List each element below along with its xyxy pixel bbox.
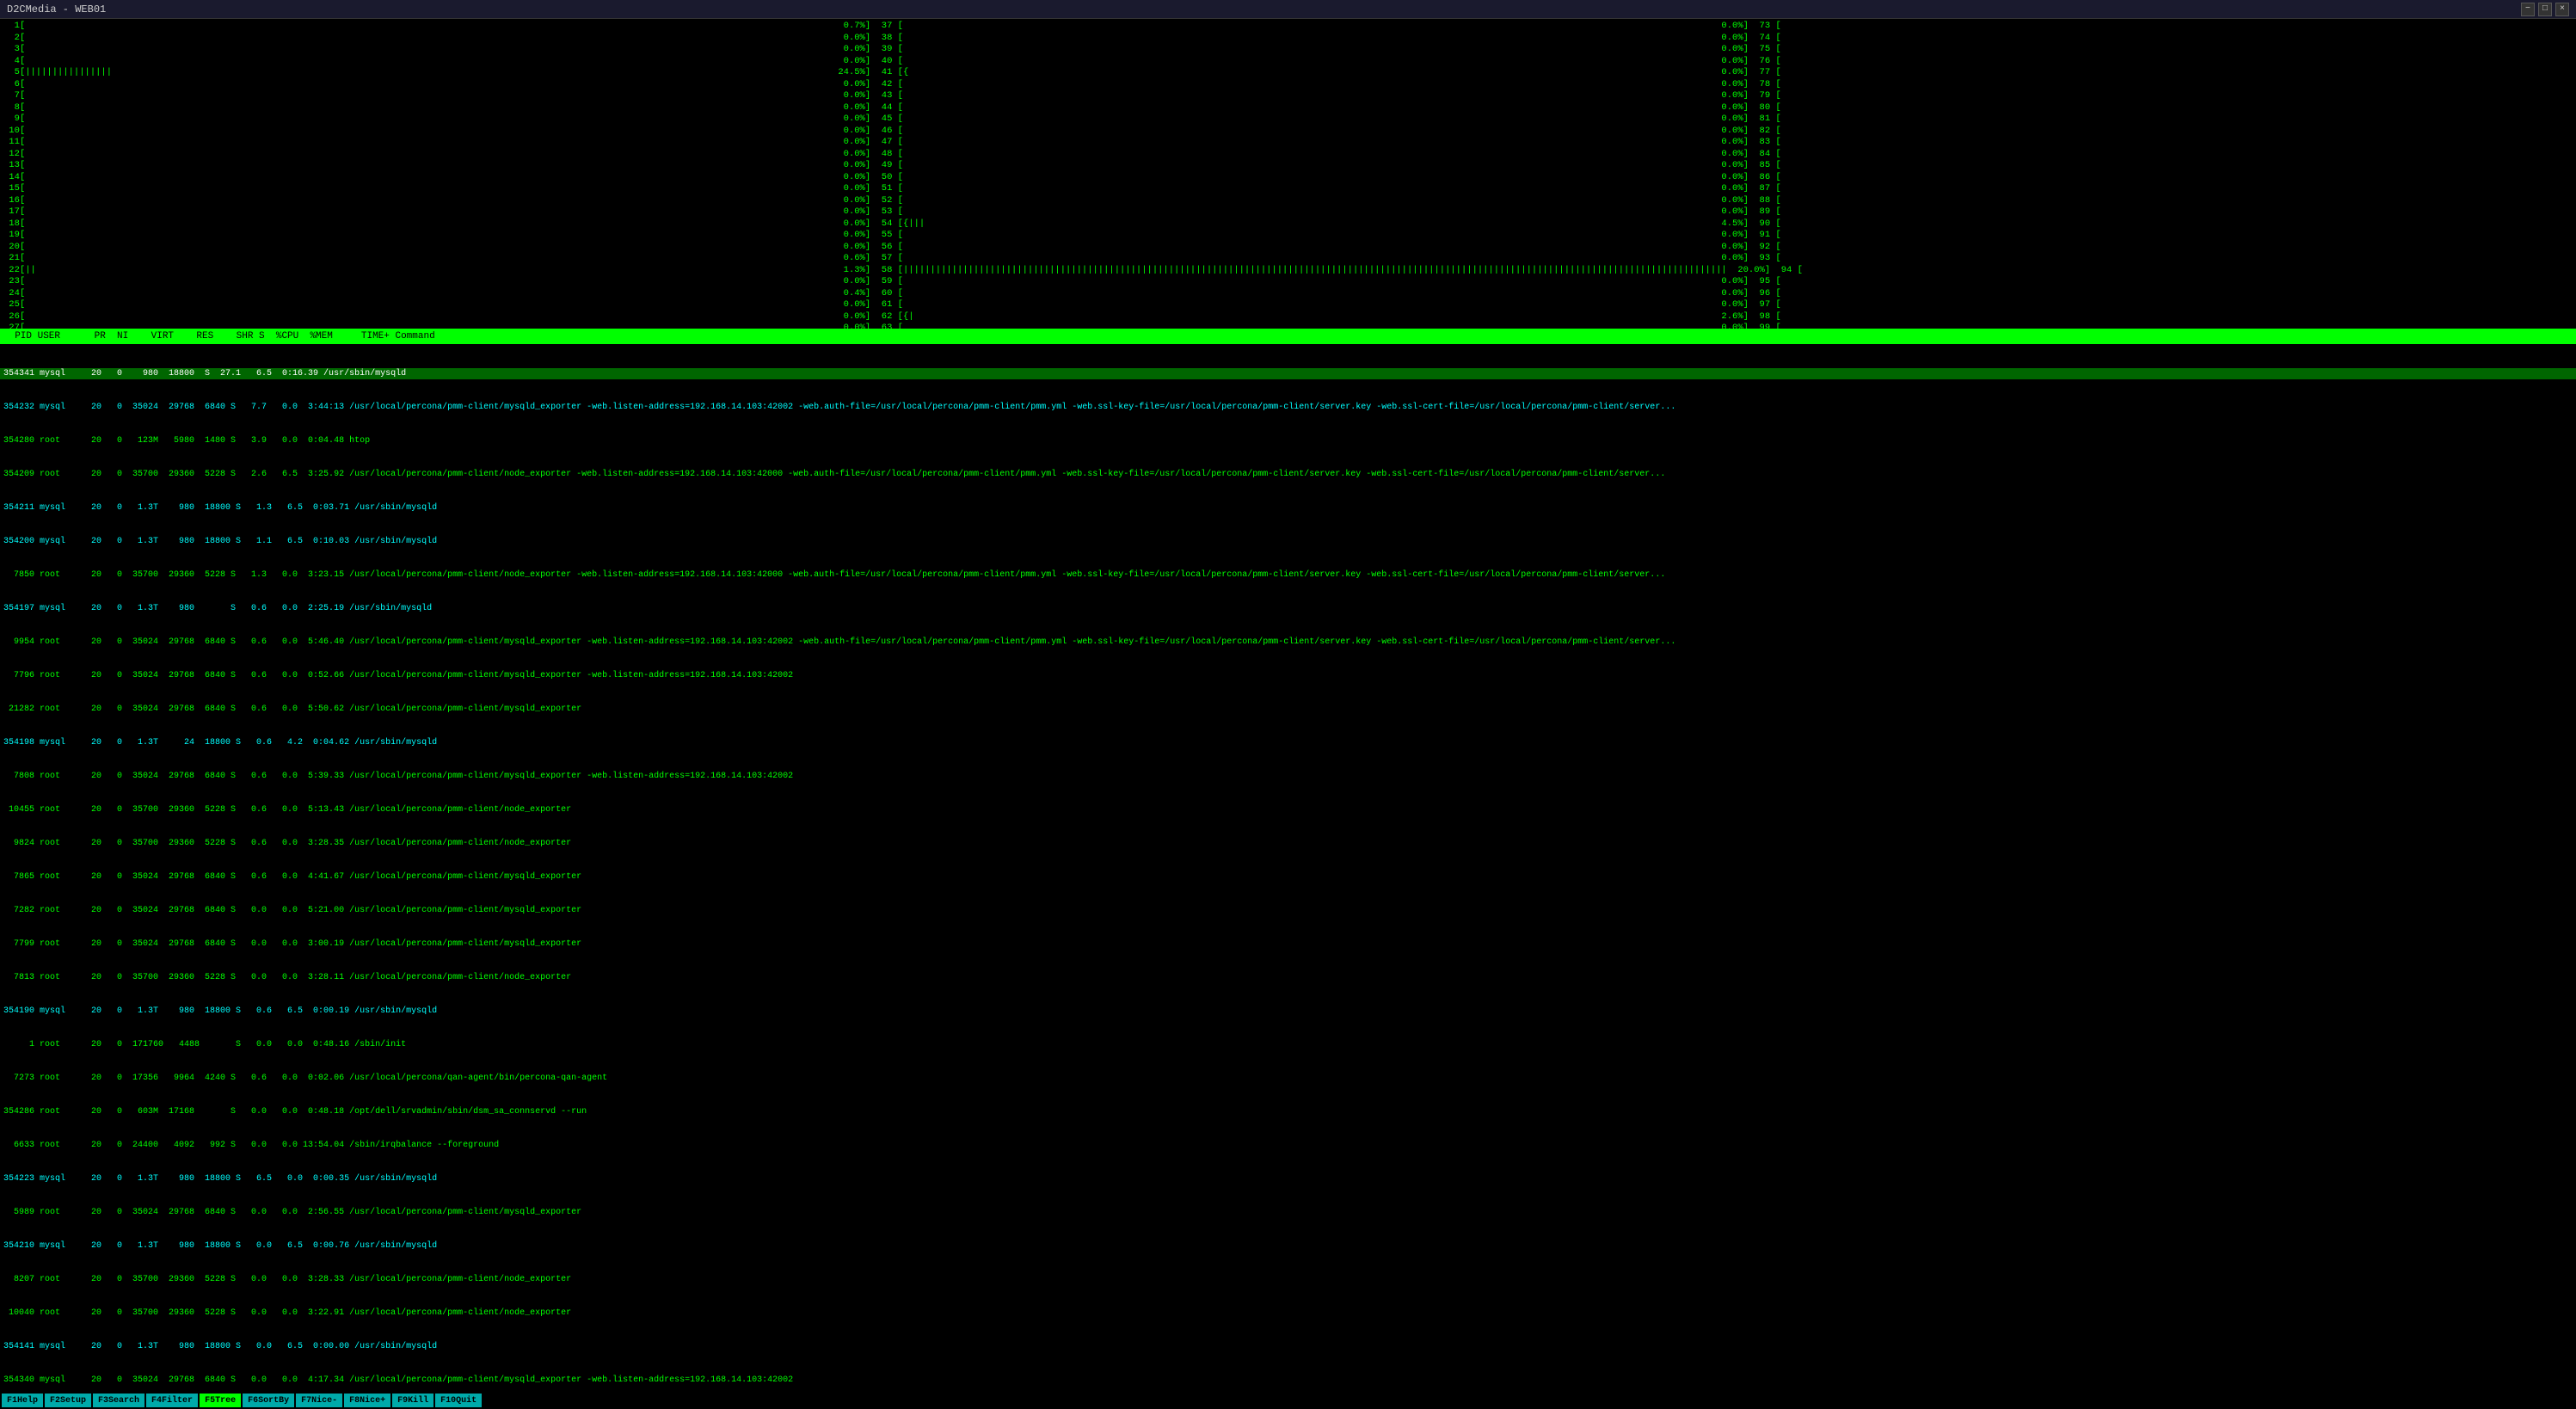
f4-filter-button[interactable]: F4Filter	[146, 1394, 198, 1407]
cpu-section: 1[ 0.7%] 37 [	[0, 19, 2576, 329]
header-text: PID USER PR NI VIRT RES SHR S %CPU %MEM …	[3, 330, 435, 342]
table-row[interactable]: 9954 root 20 0 35024 29768 6840 S 0.6 0.…	[0, 637, 2576, 648]
table-row[interactable]: 354209 root 20 0 35700 29360 5228 S 2.6 …	[0, 469, 2576, 480]
cpu-display: 1[ 0.7%] 37 [	[3, 21, 2576, 329]
minimize-button[interactable]: −	[2521, 3, 2535, 16]
f6-sortby-button[interactable]: F6SortBy	[243, 1394, 294, 1407]
title-bar-controls[interactable]: − □ ×	[2521, 3, 2569, 16]
table-row[interactable]: 7865 root 20 0 35024 29768 6840 S 0.6 0.…	[0, 871, 2576, 883]
table-row[interactable]: 8207 root 20 0 35700 29360 5228 S 0.0 0.…	[0, 1274, 2576, 1285]
close-button[interactable]: ×	[2555, 3, 2569, 16]
table-row[interactable]: 7796 root 20 0 35024 29768 6840 S 0.6 0.…	[0, 670, 2576, 681]
table-row[interactable]: 7813 root 20 0 35700 29360 5228 S 0.0 0.…	[0, 972, 2576, 983]
f10-quit-button[interactable]: F10Quit	[435, 1394, 482, 1407]
table-row[interactable]: 7850 root 20 0 35700 29360 5228 S 1.3 0.…	[0, 569, 2576, 581]
table-row[interactable]: 21282 root 20 0 35024 29768 6840 S 0.6 0…	[0, 704, 2576, 715]
table-row[interactable]: 354223 mysql 20 0 1.3T 980 18800 S 6.5 0…	[0, 1173, 2576, 1184]
table-row[interactable]: 354141 mysql 20 0 1.3T 980 18800 S 0.0 6…	[0, 1341, 2576, 1352]
process-row-selected[interactable]: 354341 mysql 20 0 980 18800 S 27.1 6.5 0…	[0, 368, 2576, 379]
table-row[interactable]: 7273 root 20 0 17356 9964 4240 S 0.6 0.0…	[0, 1073, 2576, 1084]
table-row[interactable]: 354211 mysql 20 0 1.3T 980 18800 S 1.3 6…	[0, 502, 2576, 514]
table-row[interactable]: 10040 root 20 0 35700 29360 5228 S 0.0 0…	[0, 1307, 2576, 1319]
f3-search-button[interactable]: F3Search	[93, 1394, 144, 1407]
table-row[interactable]: 354190 mysql 20 0 1.3T 980 18800 S 0.6 6…	[0, 1006, 2576, 1017]
f2-setup-button[interactable]: F2Setup	[45, 1394, 91, 1407]
bottom-bar: F1Help F2Setup F3Search F4Filter F5Tree …	[0, 1392, 2576, 1409]
title-bar-left: D2CMedia - WEB01	[7, 3, 106, 15]
process-list[interactable]: 354341 mysql 20 0 980 18800 S 27.1 6.5 0…	[0, 344, 2576, 1409]
main-content: 1[ 0.7%] 37 [	[0, 19, 2576, 1409]
table-row[interactable]: 9824 root 20 0 35700 29360 5228 S 0.6 0.…	[0, 838, 2576, 849]
table-row[interactable]: 354340 mysql 20 0 35024 29768 6840 S 0.0…	[0, 1375, 2576, 1386]
table-row[interactable]: 1 root 20 0 171760 4488 S 0.0 0.0 0:48.1…	[0, 1039, 2576, 1050]
table-row[interactable]: 354286 root 20 0 603M 17168 S 0.0 0.0 0:…	[0, 1106, 2576, 1117]
table-row[interactable]: 5989 root 20 0 35024 29768 6840 S 0.0 0.…	[0, 1207, 2576, 1218]
process-header: PID USER PR NI VIRT RES SHR S %CPU %MEM …	[0, 329, 2576, 344]
table-row[interactable]: 354200 mysql 20 0 1.3T 980 18800 S 1.1 6…	[0, 536, 2576, 547]
title-bar: D2CMedia - WEB01 − □ ×	[0, 0, 2576, 19]
f7-nice-button[interactable]: F7Nice-	[296, 1394, 342, 1407]
table-row[interactable]: 7282 root 20 0 35024 29768 6840 S 0.0 0.…	[0, 905, 2576, 916]
title-text: D2CMedia - WEB01	[7, 3, 106, 15]
table-row[interactable]: 7808 root 20 0 35024 29768 6840 S 0.6 0.…	[0, 771, 2576, 782]
table-row[interactable]: 10455 root 20 0 35700 29360 5228 S 0.6 0…	[0, 804, 2576, 815]
table-row[interactable]: 354210 mysql 20 0 1.3T 980 18800 S 0.0 6…	[0, 1240, 2576, 1252]
f1-help-button[interactable]: F1Help	[2, 1394, 43, 1407]
f5-tree-button[interactable]: F5Tree	[200, 1394, 241, 1407]
table-row[interactable]: 354232 mysql 20 0 35024 29768 6840 S 7.7…	[0, 402, 2576, 413]
maximize-button[interactable]: □	[2538, 3, 2552, 16]
table-row[interactable]: 354197 mysql 20 0 1.3T 980 S 0.6 0.0 2:2…	[0, 603, 2576, 614]
table-row[interactable]: 354280 root 20 0 123M 5980 1480 S 3.9 0.…	[0, 435, 2576, 446]
f8-niceplus-button[interactable]: F8Nice+	[344, 1394, 390, 1407]
table-row[interactable]: 6633 root 20 0 24400 4092 992 S 0.0 0.0 …	[0, 1140, 2576, 1151]
table-row[interactable]: 7799 root 20 0 35024 29768 6840 S 0.0 0.…	[0, 938, 2576, 950]
table-row[interactable]: 354198 mysql 20 0 1.3T 24 18800 S 0.6 4.…	[0, 737, 2576, 748]
f9-kill-button[interactable]: F9Kill	[392, 1394, 433, 1407]
